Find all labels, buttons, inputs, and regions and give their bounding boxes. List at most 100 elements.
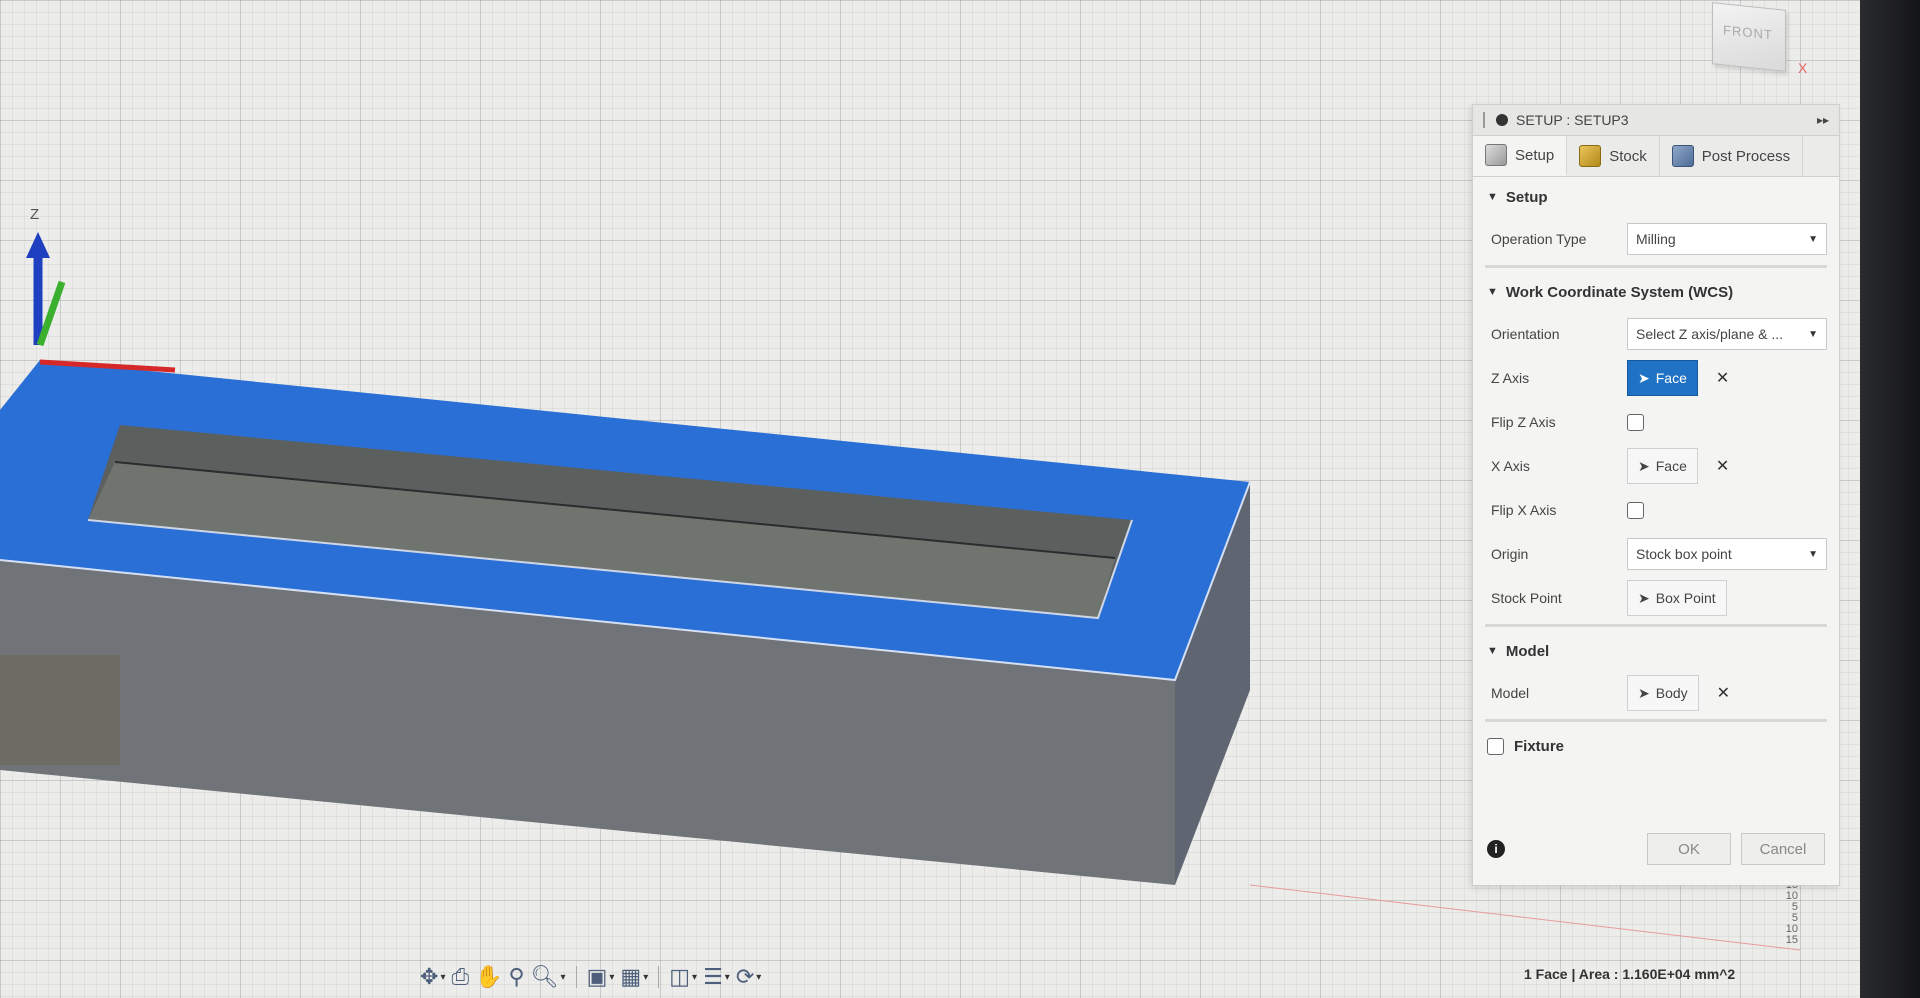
fit-tool[interactable]: 🔍︎ ▾: [531, 964, 566, 990]
post-process-icon: [1671, 145, 1694, 167]
look-at-icon: ⎙: [451, 964, 470, 989]
dropdown-value: Select Z axis/plane & ...: [1636, 326, 1784, 342]
z-axis-label: Z: [30, 206, 40, 223]
cursor-arrow-icon: ➤: [1638, 457, 1650, 474]
flip-z-row: Flip Z Axis: [1473, 400, 1839, 444]
setup-section-header[interactable]: ▼ Setup: [1473, 177, 1839, 217]
field-label: Orientation: [1491, 326, 1560, 342]
z-axis-arrowhead: [26, 232, 50, 258]
chevron-down-icon: ▾: [609, 971, 615, 983]
drag-grip-icon[interactable]: [1483, 112, 1488, 128]
view-cube-axis-label: X: [1798, 60, 1808, 76]
section-divider: [1485, 719, 1827, 722]
zoom-tool[interactable]: ⚲: [508, 964, 524, 990]
dialog-header[interactable]: SETUP : SETUP3 ▸▸: [1473, 105, 1839, 136]
stock-point-selector[interactable]: ➤ Box Point: [1627, 580, 1727, 616]
model-selector[interactable]: ➤ Body: [1627, 675, 1699, 711]
status-dot-icon: [1496, 114, 1508, 126]
origin-dropdown[interactable]: Stock box point ▼: [1627, 538, 1827, 570]
display-settings-tool[interactable]: ▣ ▾: [587, 964, 615, 990]
viewports-tool[interactable]: ◫ ▾: [669, 964, 697, 990]
fixture-checkbox[interactable]: [1487, 737, 1504, 755]
setup-icon: [1485, 144, 1507, 166]
fixture-section-header[interactable]: Fixture: [1473, 726, 1839, 766]
stock-point-row: Stock Point ➤ Box Point: [1473, 576, 1839, 620]
flip-x-checkbox[interactable]: [1627, 501, 1644, 519]
section-divider: [1485, 624, 1827, 627]
clear-selection-icon[interactable]: ✕: [1716, 368, 1729, 388]
field-label: Flip Z Axis: [1491, 414, 1556, 430]
view-cube[interactable]: FRONT: [1712, 2, 1786, 72]
field-label: Stock Point: [1491, 590, 1562, 606]
chevron-down-icon: ▾: [560, 971, 566, 983]
selector-value: Face: [1655, 370, 1687, 386]
chevron-down-icon: ▾: [643, 971, 649, 983]
caret-down-icon: ▼: [1808, 548, 1818, 560]
orientation-dropdown[interactable]: Select Z axis/plane & ... ▼: [1627, 318, 1827, 350]
y-axis-arrow: [36, 280, 66, 347]
collapse-triangle-icon: ▼: [1487, 286, 1498, 298]
clear-selection-icon[interactable]: ✕: [1717, 683, 1730, 703]
dialog-footer: i OK Cancel: [1473, 813, 1839, 885]
info-icon[interactable]: i: [1487, 840, 1505, 858]
field-label: Model: [1491, 685, 1530, 701]
dialog-tabs: Setup Stock Post Process: [1473, 136, 1839, 177]
expand-icon[interactable]: ▸▸: [1817, 113, 1829, 127]
cancel-button[interactable]: Cancel: [1741, 833, 1825, 865]
refresh-tool[interactable]: ⟳ ▾: [736, 964, 761, 990]
cursor-arrow-icon: ➤: [1638, 684, 1650, 701]
monitor-bezel: [1860, 0, 1920, 998]
field-label: Z Axis: [1491, 370, 1530, 386]
chevron-down-icon: ▾: [756, 971, 762, 983]
field-label: Operation Type: [1491, 231, 1587, 247]
x-axis-row: X Axis ➤ Face ✕: [1473, 444, 1839, 488]
chevron-down-icon: ▾: [440, 971, 446, 983]
tab-setup[interactable]: Setup: [1473, 136, 1568, 176]
tab-post-process[interactable]: Post Process: [1660, 136, 1804, 176]
clear-selection-icon[interactable]: ✕: [1716, 456, 1729, 476]
field-label: Origin: [1491, 546, 1529, 562]
view-cube-face-label: FRONT: [1723, 22, 1773, 43]
tab-label: Stock: [1609, 147, 1647, 165]
toolbar-divider: [658, 966, 660, 988]
flip-z-checkbox[interactable]: [1627, 413, 1644, 431]
layers-icon: ☰: [703, 964, 723, 989]
tab-label: Post Process: [1701, 147, 1791, 165]
section-title: Setup: [1505, 188, 1548, 206]
look-at-tool[interactable]: ⎙: [451, 964, 469, 990]
scale-ruler: 15 10 5 5 10 15: [1770, 880, 1798, 990]
toolbar-divider: [575, 966, 577, 988]
flip-x-row: Flip X Axis: [1473, 488, 1839, 532]
setup-dialog: SETUP : SETUP3 ▸▸ Setup Stock Post Proce…: [1472, 104, 1840, 886]
ground-line: [1249, 884, 1801, 951]
grid-settings-tool[interactable]: ▦ ▾: [620, 964, 648, 990]
operation-type-dropdown[interactable]: Milling ▼: [1627, 223, 1827, 255]
wcs-section-header[interactable]: ▼ Work Coordinate System (WCS): [1473, 272, 1839, 312]
ok-button[interactable]: OK: [1647, 833, 1731, 865]
dropdown-value: Stock box point: [1636, 546, 1732, 562]
canvas-viewport[interactable]: Z FRONT X ✥ ▾ ⎙ ✋ ⚲ 🔍︎ ▾ ▣ ▾ ▦ ▾ ◫ ▾ ☰ ▾ ⟳ ▾ 1 …: [0, 0, 1860, 998]
section-divider: [1485, 265, 1827, 268]
grid-icon: ▦: [620, 964, 642, 989]
tab-label: Setup: [1515, 146, 1555, 164]
chevron-down-icon: ▾: [724, 971, 730, 983]
z-axis-row: Z Axis ➤ Face ✕: [1473, 356, 1839, 400]
orbit-tool[interactable]: ✥ ▾: [420, 964, 445, 990]
x-axis-selector[interactable]: ➤ Face: [1627, 448, 1698, 484]
collapse-triangle-icon: ▼: [1487, 645, 1498, 657]
model-section-header[interactable]: ▼ Model: [1473, 631, 1839, 671]
refresh-icon: ⟳: [735, 964, 755, 989]
selector-value: Face: [1655, 458, 1687, 474]
zoom-icon: ⚲: [508, 964, 525, 989]
operation-type-row: Operation Type Milling ▼: [1473, 217, 1839, 261]
pan-tool[interactable]: ✋: [475, 964, 502, 990]
stock-icon: [1579, 145, 1602, 167]
field-label: Flip X Axis: [1491, 502, 1557, 518]
section-title: Work Coordinate System (WCS): [1505, 283, 1734, 301]
z-axis-selector[interactable]: ➤ Face: [1627, 360, 1698, 396]
layers-tool[interactable]: ☰ ▾: [703, 964, 730, 990]
tab-stock[interactable]: Stock: [1567, 136, 1660, 176]
selection-status: 1 Face | Area : 1.160E+04 mm^2: [1524, 966, 1736, 982]
selector-value: Box Point: [1655, 590, 1716, 606]
caret-down-icon: ▼: [1808, 328, 1818, 340]
